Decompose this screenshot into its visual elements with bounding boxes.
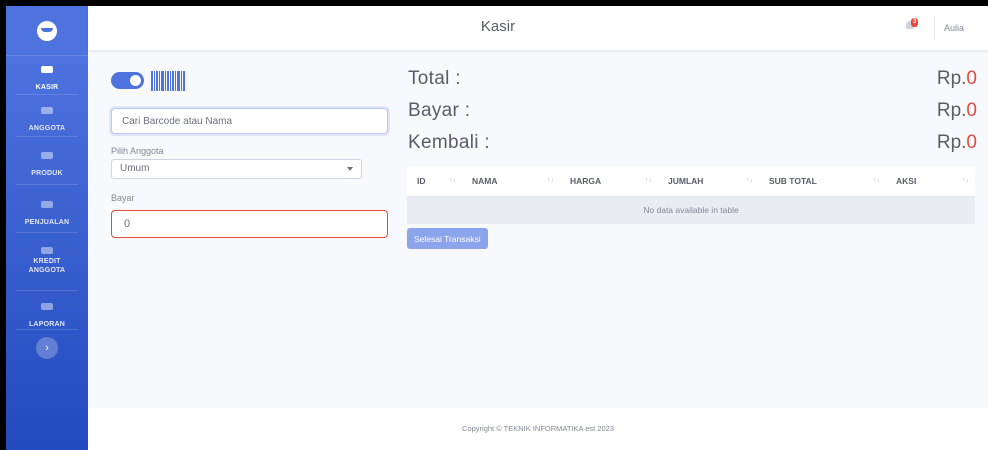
sort-icon: ↑↓ bbox=[645, 177, 652, 184]
sidebar-divider bbox=[16, 184, 78, 185]
copyright-text: Copyright © TEKNIK INFORMATIKA est 2023 bbox=[462, 424, 614, 433]
report-icon bbox=[41, 303, 53, 310]
column-header[interactable]: JUMLAH ↑↓ bbox=[658, 167, 759, 197]
sidebar-divider bbox=[16, 232, 78, 233]
barcode-icon bbox=[151, 71, 185, 91]
summary-total: Total : Rp.0 bbox=[408, 68, 977, 92]
sidebar-item-label: KASIR bbox=[35, 84, 59, 91]
box-icon bbox=[41, 152, 53, 159]
cash-register-icon bbox=[41, 66, 53, 73]
sort-icon: ↑↓ bbox=[873, 177, 880, 184]
sidebar-item-kredit-anggota[interactable]: KREDIT ANGGOTA bbox=[6, 247, 88, 275]
total-amount: Rp.0 bbox=[937, 68, 977, 90]
sidebar-item-anggota[interactable]: ANGGOTA bbox=[6, 107, 88, 135]
column-header[interactable]: NAMA ↑↓ bbox=[462, 167, 560, 197]
column-header[interactable]: ID ↑↓ bbox=[407, 167, 462, 197]
sidebar-item-penjualan[interactable]: PENJUALAN bbox=[6, 201, 88, 229]
total-label: Total : bbox=[408, 68, 461, 89]
chevron-down-icon bbox=[347, 167, 353, 171]
summary-pay: Bayar : Rp.0 bbox=[408, 100, 977, 124]
topbar: Kasir 3 Aulia bbox=[88, 6, 988, 50]
finish-transaction-button[interactable]: Selesai Transaksi bbox=[407, 228, 488, 249]
sidebar-item-label: ANGGOTA bbox=[28, 125, 66, 132]
sidebar: KASIR ANGGOTA PRODUK PENJUALAN KREDIT AN… bbox=[6, 6, 88, 450]
sort-icon: ↑↓ bbox=[547, 177, 554, 184]
sidebar-item-label: PENJUALAN bbox=[24, 219, 70, 226]
sort-icon: ↑↓ bbox=[449, 177, 456, 184]
topbar-divider bbox=[934, 16, 935, 40]
empty-table-message: No data available in table bbox=[407, 196, 975, 224]
notification-badge: 3 bbox=[911, 18, 919, 27]
member-label: Pilih Anggota bbox=[111, 146, 164, 156]
money-icon bbox=[41, 247, 53, 254]
main-content: Pilih Anggota Umum Bayar Total : Rp.0 Ba… bbox=[88, 50, 988, 408]
pay-label: Bayar bbox=[111, 193, 135, 203]
column-header[interactable]: AKSI ↑↓ bbox=[886, 167, 975, 197]
member-select[interactable]: Umum bbox=[111, 159, 362, 179]
sidebar-toggle-button[interactable]: › bbox=[36, 337, 58, 359]
change-amount: Rp.0 bbox=[937, 132, 977, 154]
scan-mode-toggle[interactable] bbox=[111, 72, 144, 89]
footer: Copyright © TEKNIK INFORMATIKA est 2023 bbox=[88, 408, 988, 450]
smile-icon bbox=[37, 20, 57, 41]
user-name[interactable]: Aulia bbox=[944, 23, 964, 33]
sidebar-item-kasir[interactable]: KASIR bbox=[6, 66, 88, 94]
pay-value: 0 bbox=[966, 100, 977, 121]
total-value: 0 bbox=[966, 68, 977, 89]
change-value: 0 bbox=[966, 132, 977, 153]
member-selected-value: Umum bbox=[120, 163, 150, 174]
summary-change: Kembali : Rp.0 bbox=[408, 132, 977, 156]
pay-summary-label: Bayar : bbox=[408, 100, 471, 121]
table-header-row: ID ↑↓ NAMA ↑↓ HARGA ↑↓ JUMLAH ↑↓ SUB TOTAL ↑↓… bbox=[407, 167, 975, 197]
column-header[interactable]: SUB TOTAL ↑↓ bbox=[759, 167, 886, 197]
toggle-knob bbox=[130, 75, 141, 86]
sidebar-divider bbox=[16, 136, 78, 137]
column-header[interactable]: HARGA ↑↓ bbox=[560, 167, 658, 197]
sort-icon: ↑↓ bbox=[962, 177, 969, 184]
change-label: Kembali : bbox=[408, 132, 490, 153]
sidebar-item-produk[interactable]: PRODUK bbox=[6, 152, 88, 180]
money-icon bbox=[41, 201, 53, 208]
sort-icon: ↑↓ bbox=[746, 177, 753, 184]
pay-input[interactable] bbox=[111, 210, 388, 238]
app-window: KASIR ANGGOTA PRODUK PENJUALAN KREDIT AN… bbox=[6, 6, 988, 450]
sidebar-item-label: LAPORAN bbox=[28, 321, 65, 328]
pay-amount: Rp.0 bbox=[937, 100, 977, 122]
search-input[interactable] bbox=[111, 108, 388, 134]
sidebar-divider bbox=[16, 94, 78, 95]
sidebar-item-laporan[interactable]: LAPORAN bbox=[6, 303, 88, 331]
table-row: No data available in table bbox=[407, 196, 975, 224]
currency: Rp. bbox=[936, 68, 967, 89]
brand[interactable] bbox=[6, 6, 88, 56]
currency: Rp. bbox=[936, 132, 967, 153]
currency: Rp. bbox=[936, 100, 967, 121]
sidebar-item-label: PRODUK bbox=[31, 170, 63, 177]
sidebar-divider bbox=[16, 290, 78, 291]
sidebar-item-label: KREDIT ANGGOTA bbox=[28, 258, 66, 274]
page-title: Kasir bbox=[480, 18, 516, 35]
sidebar-divider bbox=[16, 329, 78, 330]
cart-table: ID ↑↓ NAMA ↑↓ HARGA ↑↓ JUMLAH ↑↓ SUB TOTAL ↑↓… bbox=[407, 167, 975, 224]
users-icon bbox=[41, 107, 53, 114]
